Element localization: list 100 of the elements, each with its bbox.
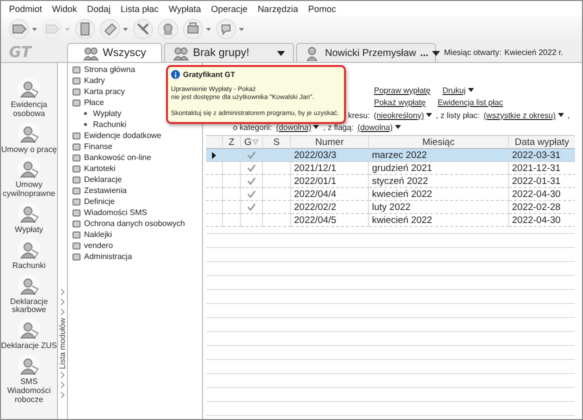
- person-icon: [17, 354, 41, 378]
- menu-item[interactable]: Lista płac: [116, 4, 164, 14]
- toolbar-button[interactable]: [158, 18, 178, 40]
- tree-item[interactable]: Bankowość on-line: [84, 153, 152, 162]
- filter-link[interactable]: (dowolna): [358, 122, 401, 132]
- column-header[interactable]: Miesiąc: [369, 136, 509, 149]
- toolbar-button[interactable]: [100, 18, 128, 40]
- caret-icon: [558, 113, 564, 117]
- person-icon: [17, 274, 41, 298]
- menu-item[interactable]: Dodaj: [82, 4, 116, 14]
- tree-item[interactable]: Strona główna: [84, 65, 136, 74]
- filter-link[interactable]: (wszystkie z okresu): [484, 110, 564, 120]
- table-row[interactable]: 2022/03/3 marzec 2022 2022-03-31: [206, 149, 575, 162]
- table-row[interactable]: 2022/04/5 kwiecień 2022 2022-04-30: [206, 214, 575, 227]
- filter-label: , z flagą:: [323, 122, 354, 132]
- open-month-value: Kwiecień 2022 r.: [504, 48, 564, 56]
- action-link[interactable]: Drukuj: [442, 85, 474, 95]
- tree-item[interactable]: Kadry: [84, 76, 105, 85]
- tree-item[interactable]: Kartoteki: [84, 164, 116, 173]
- caret-icon: [123, 28, 128, 30]
- tree-item[interactable]: Deklaracje: [84, 175, 122, 184]
- module-button[interactable]: Ewidencja osobowa: [1, 77, 57, 119]
- filter-label: kresu:: [348, 110, 370, 120]
- table-cell: 2022-04-30: [509, 214, 575, 227]
- table-cell: [263, 214, 291, 227]
- toolbar-button[interactable]: [75, 18, 95, 40]
- person-icon: [17, 202, 41, 226]
- person-icon: [17, 122, 41, 146]
- person-icon: [17, 318, 41, 342]
- table-row[interactable]: 2022/04/4 kwiecień 2022 2022-04-30: [206, 188, 575, 201]
- module-button[interactable]: Umowy cywilnoprawne: [1, 157, 57, 199]
- column-header[interactable]: Z: [223, 136, 241, 149]
- filter-label: o kategorii:: [233, 122, 272, 132]
- filter-link[interactable]: (dowolna): [276, 122, 320, 132]
- stamp-icon: [158, 19, 178, 39]
- menu-item[interactable]: Widok: [47, 4, 82, 14]
- menu-item[interactable]: Operacje: [206, 4, 253, 14]
- tree-item[interactable]: vendero: [84, 241, 113, 250]
- people-icon: [173, 46, 189, 60]
- row-pointer-icon: [212, 152, 216, 158]
- tree-item[interactable]: Finanse: [84, 142, 112, 151]
- speech-bubble-icon: [216, 19, 236, 39]
- column-header[interactable]: Data wypłaty: [509, 136, 575, 149]
- tree-item[interactable]: Definicje: [84, 197, 115, 206]
- people-icon: [82, 46, 99, 60]
- table-row[interactable]: 2022/01/1 styczeń 2022 2022-01-31: [206, 175, 575, 188]
- row-indicator-cell[interactable]: [206, 214, 223, 227]
- filter-label: , z listy płac:: [436, 110, 480, 120]
- person-icon: [17, 157, 41, 182]
- tree-item[interactable]: Wiadomości SMS: [84, 208, 148, 217]
- menu-item[interactable]: Wypłata: [164, 4, 206, 14]
- filter-label: ,: [568, 110, 570, 120]
- tab[interactable]: Wszyscy: [67, 43, 162, 62]
- tree-item[interactable]: Administracja: [84, 252, 132, 261]
- column-header[interactable]: S: [263, 136, 291, 149]
- module-button[interactable]: Rachunki: [1, 238, 57, 271]
- toolbar-button[interactable]: [9, 18, 37, 40]
- open-month-label: Miesiąc otwarty:: [444, 48, 502, 56]
- table-cell: 2022/04/5: [291, 214, 369, 227]
- module-button[interactable]: Deklaracje ZUS: [1, 318, 57, 351]
- toolbar-button[interactable]: [216, 18, 244, 40]
- column-header[interactable]: Numer: [291, 136, 369, 149]
- caret-icon: [432, 50, 440, 56]
- info-icon: [171, 70, 180, 79]
- tree-item[interactable]: Naklejki: [84, 230, 112, 239]
- tree-item[interactable]: Ewidencje dodatkowe: [84, 131, 162, 140]
- caret-icon: [32, 28, 37, 30]
- tree-item[interactable]: Ochrona danych osobowych: [84, 219, 185, 228]
- document-icon: [75, 19, 95, 39]
- caret-icon: [206, 28, 211, 30]
- filter-link[interactable]: (nieokreślony): [374, 110, 432, 120]
- action-link[interactable]: Popraw wypłatę: [374, 85, 430, 95]
- tree-item[interactable]: Rachunki: [93, 120, 126, 129]
- caret-icon: [277, 50, 285, 56]
- menu-item[interactable]: Pomoc: [303, 4, 342, 14]
- caret-icon: [65, 28, 70, 30]
- tree-item[interactable]: Płace: [84, 98, 104, 107]
- table-row[interactable]: 2022/02/2 luty 2022 2022-02-28: [206, 201, 575, 214]
- tab[interactable]: Brak grupy!: [164, 43, 294, 62]
- column-header[interactable]: G: [241, 136, 263, 149]
- tree-item[interactable]: Wypłaty: [93, 109, 122, 118]
- module-list-label[interactable]: Lista modułów: [58, 318, 67, 369]
- module-button[interactable]: SMS Wiadomości robocze: [1, 354, 57, 404]
- table-row[interactable]: 2021/12/1 grudzień 2021 2021-12-31: [206, 162, 575, 175]
- action-link[interactable]: Ewidencja list płac: [438, 97, 503, 107]
- module-button[interactable]: Umowy o pracę: [1, 122, 57, 154]
- action-link[interactable]: Pokaż wypłatę: [374, 97, 426, 107]
- menu-item[interactable]: Podmiot: [4, 4, 48, 14]
- bullet-icon: [84, 112, 87, 115]
- caret-icon: [426, 113, 432, 117]
- toolbar-button[interactable]: [183, 18, 211, 40]
- caret-icon: [239, 28, 244, 30]
- module-button[interactable]: Wypłaty: [1, 202, 57, 235]
- person-icon: [17, 238, 41, 262]
- module-button[interactable]: Deklaracje skarbowe: [1, 274, 57, 316]
- tree-item[interactable]: Karta pracy: [84, 87, 125, 96]
- person-icon: [17, 77, 41, 101]
- caret-icon: [468, 88, 474, 92]
- tree-item[interactable]: Zestawienia: [84, 186, 127, 195]
- menu-item[interactable]: Narzędzia: [252, 4, 304, 14]
